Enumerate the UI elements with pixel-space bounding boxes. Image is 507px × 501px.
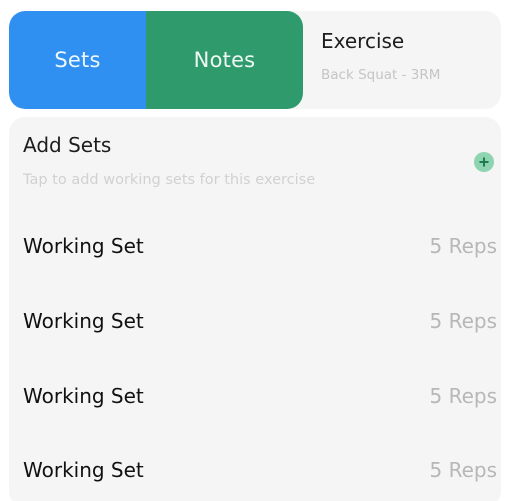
tab-sets[interactable]: Sets [9,11,146,109]
tab-notes-label: Notes [193,48,256,72]
set-row[interactable]: Working Set 5 Reps [9,433,501,501]
tab-sets-label: Sets [54,48,101,72]
set-label: Working Set [23,384,144,408]
plus-circle-icon[interactable] [474,152,494,172]
set-row[interactable]: Working Set 5 Reps [9,284,501,358]
add-sets-row[interactable]: Add Sets Tap to add working sets for thi… [9,117,501,207]
exercise-title: Exercise [321,29,405,53]
plus-icon [479,157,489,167]
exercise-name: Back Squat - 3RM [321,67,441,83]
set-label: Working Set [23,309,144,333]
segmented-tabs: Sets Notes [9,11,303,109]
set-reps: 5 Reps [429,309,498,333]
set-label: Working Set [23,234,144,258]
exercise-sets-screen: Sets Notes Exercise Back Squat - 3RM Add… [0,0,507,501]
exercise-info: Exercise Back Squat - 3RM [321,29,496,83]
set-reps: 5 Reps [429,234,498,258]
add-sets-hint: Tap to add working sets for this exercis… [23,172,316,188]
add-sets-title: Add Sets [23,133,112,157]
set-row[interactable]: Working Set 5 Reps [9,359,501,433]
set-label: Working Set [23,458,144,482]
set-reps: 5 Reps [429,384,498,408]
set-reps: 5 Reps [429,458,498,482]
sets-card: Add Sets Tap to add working sets for thi… [9,117,501,501]
set-row[interactable]: Working Set 5 Reps [9,209,501,283]
tab-notes[interactable]: Notes [146,11,303,109]
exercise-header-card: Sets Notes Exercise Back Squat - 3RM [9,11,501,109]
